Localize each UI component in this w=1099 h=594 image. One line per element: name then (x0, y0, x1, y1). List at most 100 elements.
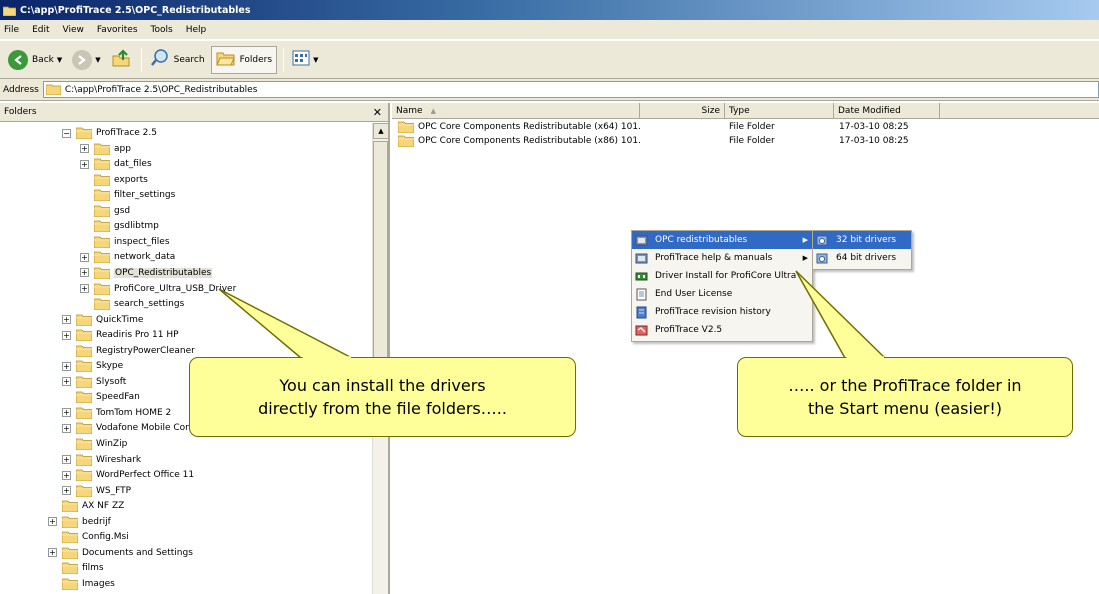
file-date-modified: 17-03-10 08:25 (839, 135, 909, 146)
column-date-modified[interactable]: Date Modified (834, 103, 940, 119)
menu-tools[interactable]: Tools (151, 25, 173, 35)
address-input[interactable]: C:\app\ProfiTrace 2.5\OPC_Redistributabl… (42, 81, 1099, 98)
tree-item[interactable]: + Readiris Pro 11 HP (62, 327, 179, 343)
tree-item[interactable]: + OPC_Redistributables (80, 265, 213, 281)
folder-icon (45, 84, 61, 95)
expand-icon[interactable]: + (62, 315, 71, 325)
expand-icon[interactable]: + (62, 455, 71, 465)
tree-item[interactable]: exports (80, 172, 148, 188)
expand-icon[interactable]: + (48, 517, 57, 527)
submenu-item[interactable]: 32 bit drivers (813, 231, 911, 249)
chevron-down-icon[interactable]: ▼ (57, 56, 62, 64)
close-icon[interactable]: ✕ (373, 106, 382, 119)
expand-icon[interactable]: + (62, 361, 71, 371)
column-name[interactable]: Name ▲ (392, 103, 640, 119)
start-menu-item[interactable]: End User License (632, 285, 812, 303)
folder-icon (93, 251, 111, 264)
expand-icon[interactable]: + (80, 144, 89, 154)
tree-item-label: bedrijf (82, 516, 111, 527)
tree-item[interactable]: filter_settings (80, 187, 175, 203)
folder-icon (61, 516, 79, 529)
file-row[interactable]: OPC Core Components Redistributable (x64… (392, 120, 1099, 133)
tree-item[interactable]: inspect_files (80, 234, 170, 250)
tree-item[interactable]: + bedrijf (48, 514, 111, 530)
start-menu-item[interactable]: ProfiTrace help & manuals ▶ (632, 249, 812, 267)
expand-icon[interactable]: + (80, 159, 89, 169)
start-menu-item[interactable]: ProfiTrace V2.5 (632, 321, 812, 339)
column-date-label: Date Modified (838, 106, 901, 116)
back-button[interactable]: Back ▼ (4, 46, 66, 74)
folder-icon (75, 329, 93, 342)
back-arrow-icon (8, 49, 28, 70)
start-menu-item[interactable]: Driver Install for ProfiCore Ultra (632, 267, 812, 285)
expand-icon[interactable]: + (62, 330, 71, 340)
tree-item[interactable]: − ProfiTrace 2.5 (62, 125, 157, 141)
tree-item[interactable]: + WS_FTP (62, 483, 131, 499)
tree-item[interactable]: + QuickTime (62, 312, 143, 328)
tree-item-label: OPC_Redistributables (114, 267, 213, 278)
folders-button[interactable]: Folders (210, 45, 278, 74)
tree-item[interactable]: + app (80, 141, 131, 157)
file-name: OPC Core Components Redistributable (x86… (418, 135, 640, 146)
start-menu-item[interactable]: OPC redistributables ▶ (632, 231, 812, 249)
expand-icon[interactable]: + (80, 284, 89, 293)
tree-item[interactable]: + Slysoft (62, 374, 126, 390)
menu-favorites[interactable]: Favorites (97, 25, 138, 35)
up-folder-button[interactable] (107, 46, 135, 74)
tree-item[interactable]: Config.Msi (48, 529, 129, 545)
start-menu-item-label: OPC redistributables (655, 235, 748, 245)
menu-view[interactable]: View (63, 25, 84, 35)
column-type[interactable]: Type (725, 103, 834, 119)
forward-button[interactable]: ▼ (68, 46, 104, 74)
sort-ascending-icon: ▲ (430, 107, 436, 115)
chevron-down-icon[interactable]: ▼ (313, 56, 318, 64)
tree-item[interactable]: + ProfiCore_Ultra_USB_Driver (80, 281, 236, 297)
expand-icon[interactable]: + (62, 377, 71, 387)
tree-item[interactable]: + dat_files (80, 156, 152, 172)
tree-item[interactable]: search_settings (80, 296, 184, 312)
start-menu-item[interactable]: ProfiTrace revision history (632, 303, 812, 321)
submenu-item-label: 32 bit drivers (836, 235, 897, 245)
tree-item[interactable]: SpeedFan (62, 389, 140, 405)
expand-icon[interactable]: + (48, 548, 57, 558)
expand-icon[interactable]: + (80, 268, 89, 278)
expand-icon[interactable]: + (62, 470, 71, 480)
submenu-item[interactable]: 64 bit drivers (813, 249, 911, 267)
tree-item[interactable]: AX NF ZZ (48, 498, 124, 514)
callout-left-line-2: directly from the file folders….. (258, 399, 507, 418)
tree-item[interactable]: + network_data (80, 249, 175, 265)
tree-item[interactable]: + TomTom HOME 2 (62, 405, 171, 421)
expand-icon[interactable]: + (62, 486, 71, 496)
tree-item[interactable]: films (48, 560, 104, 576)
expand-icon[interactable]: + (62, 408, 71, 418)
collapse-icon[interactable]: − (62, 128, 71, 138)
tree-item-label: search_settings (114, 299, 185, 310)
expand-icon[interactable]: + (80, 252, 89, 262)
tree-item[interactable]: + Wireshark (62, 452, 141, 468)
tree-item[interactable]: Images (48, 576, 115, 592)
tree-item-label: Config.Msi (82, 532, 129, 543)
file-list-header: Name ▲ Size Type Date Modified (392, 103, 1099, 119)
views-button[interactable]: ▼ (288, 46, 322, 74)
column-type-label: Type (729, 106, 750, 116)
tree-item[interactable]: + Documents and Settings (48, 545, 193, 561)
column-size[interactable]: Size (640, 103, 725, 119)
tree-item[interactable]: WinZip (62, 436, 127, 452)
tree-item-label: gsd (114, 205, 131, 216)
tree-item[interactable]: + Skype (62, 358, 123, 374)
tree-item-label: Slysoft (96, 376, 127, 387)
tree-item[interactable]: gsdlibtmp (80, 218, 159, 234)
folder-icon (75, 127, 93, 140)
folder-icon (75, 345, 93, 358)
tree-item[interactable]: gsd (80, 203, 130, 219)
menu-file[interactable]: File (4, 25, 19, 35)
scroll-up-arrow-icon[interactable]: ▲ (373, 123, 389, 139)
chevron-down-icon[interactable]: ▼ (95, 56, 100, 64)
menu-edit[interactable]: Edit (32, 25, 49, 35)
file-row[interactable]: OPC Core Components Redistributable (x86… (392, 134, 1099, 147)
menu-help[interactable]: Help (186, 25, 207, 35)
search-button[interactable]: Search (146, 46, 209, 74)
tree-item[interactable]: RegistryPowerCleaner (62, 343, 195, 359)
expand-icon[interactable]: + (62, 423, 71, 433)
tree-item[interactable]: + WordPerfect Office 11 (62, 467, 194, 483)
